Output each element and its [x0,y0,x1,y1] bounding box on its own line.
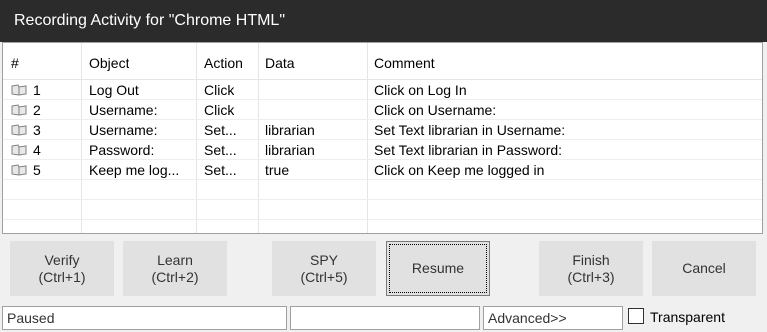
recording-table: # Object Action Data Comment 1 Log Out C… [2,42,763,234]
row-data: true [265,162,290,178]
verify-button[interactable]: Verify (Ctrl+1) [10,241,114,296]
learn-shortcut: (Ctrl+2) [151,268,199,285]
status-field-middle [290,306,480,330]
row-comment: Set Text librarian in Password: [374,142,563,158]
row-data: librarian [265,122,315,138]
verify-shortcut: (Ctrl+1) [38,268,86,285]
row-object: Username: [89,122,158,138]
row-number: 5 [33,162,41,178]
advanced-toggle[interactable]: Advanced>> [483,306,623,330]
row-action: Set... [204,142,237,158]
column-header-action[interactable]: Action [204,55,243,71]
column-header-number[interactable]: # [11,55,19,71]
row-number: 2 [33,102,41,118]
window-title: Recording Activity for "Chrome HTML" [14,12,285,29]
row-comment: Click on Username: [374,102,497,118]
row-action: Set... [204,162,237,178]
row-object: Username: [89,102,158,118]
transparent-checkbox[interactable] [628,308,644,324]
transparent-label[interactable]: Transparent [650,309,725,325]
verify-label: Verify [44,251,80,268]
finish-shortcut: (Ctrl+3) [567,268,615,285]
resume-label: Resume [411,260,465,276]
learn-label: Learn [157,251,193,268]
row-comment: Click on Keep me logged in [374,162,545,178]
row-object: Log Out [89,82,139,98]
column-header-object[interactable]: Object [89,55,129,71]
cancel-label: Cancel [682,260,726,276]
column-header-comment[interactable]: Comment [374,55,435,71]
column-header-data[interactable]: Data [265,55,295,71]
table-header: # Object Action Data Comment [3,43,762,80]
row-data: librarian [265,142,315,158]
row-number: 1 [33,82,41,98]
resume-button[interactable]: Resume [386,241,490,296]
status-field: Paused [2,306,287,330]
learn-button[interactable]: Learn (Ctrl+2) [123,241,227,296]
finish-label: Finish [572,251,610,268]
row-comment: Click on Log In [374,82,467,98]
row-comment: Set Text librarian in Username: [374,122,566,138]
row-action: Set... [204,122,237,138]
row-number: 3 [33,122,41,138]
step-icon [11,164,27,176]
row-action: Click [204,102,235,118]
title-bar: Recording Activity for "Chrome HTML" [0,0,767,42]
step-icon [11,144,27,156]
step-icon [11,84,27,96]
spy-shortcut: (Ctrl+5) [300,268,348,285]
finish-button[interactable]: Finish (Ctrl+3) [539,241,643,296]
spy-label: SPY [309,251,338,268]
step-icon [11,124,27,136]
row-number: 4 [33,142,41,158]
cancel-button[interactable]: Cancel [652,241,756,296]
spy-button[interactable]: SPY (Ctrl+5) [272,241,376,296]
step-icon [11,104,27,116]
row-action: Click [204,82,235,98]
row-object: Password: [89,142,155,158]
row-object: Keep me log... [89,162,180,178]
